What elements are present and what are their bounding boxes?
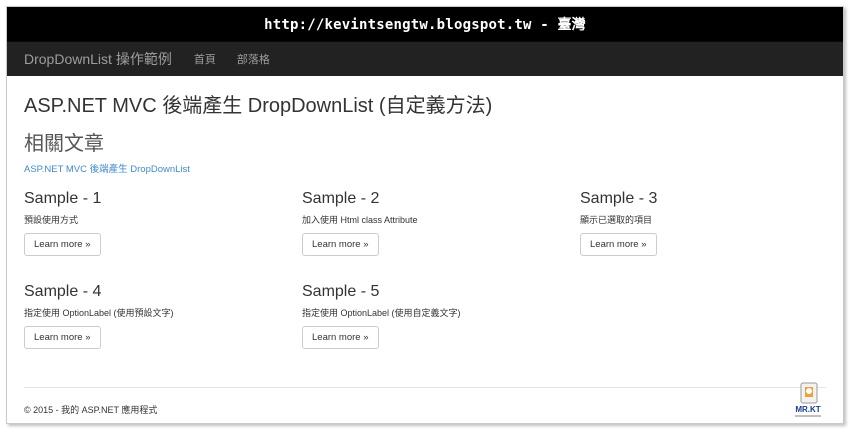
sample-card-5: Sample - 5 指定使用 OptionLabel (使用自定義文字) Le…	[302, 282, 552, 349]
url-banner: http://kevintsengtw.blogspot.tw - 臺灣	[7, 7, 843, 41]
sample-title: Sample - 2	[302, 190, 380, 207]
sample-description: 指定使用 OptionLabel (使用自定義文字)	[302, 308, 461, 318]
sample-description: 加入使用 Html class Attribute	[302, 215, 418, 225]
related-articles-heading: 相關文章	[24, 133, 104, 155]
footer-copyright: © 2015 - 我的 ASP.NET 應用程式	[24, 405, 158, 415]
learn-more-button-2[interactable]: Learn more »	[302, 233, 379, 256]
sample-description: 預設使用方式	[24, 215, 79, 225]
svg-text:MR.KT: MR.KT	[795, 405, 820, 414]
footer-divider	[24, 387, 826, 388]
learn-more-button-1[interactable]: Learn more »	[24, 233, 101, 256]
sample-title: Sample - 3	[580, 190, 658, 207]
samples-grid: Sample - 1 預設使用方式 Learn more » Sample - …	[24, 189, 826, 369]
main-content: ASP.NET MVC 後端產生 DropDownList (自定義方法) 相關…	[7, 91, 843, 369]
sample-card-4: Sample - 4 指定使用 OptionLabel (使用預設文字) Lea…	[24, 282, 274, 349]
sample-title: Sample - 5	[302, 283, 380, 300]
nav-link-home[interactable]: 首頁	[194, 51, 216, 67]
browser-frame: http://kevintsengtw.blogspot.tw - 臺灣 Dro…	[6, 6, 844, 424]
sample-card-2: Sample - 2 加入使用 Html class Attribute Lea…	[302, 189, 552, 256]
sample-description: 顯示已選取的項目	[580, 215, 653, 225]
learn-more-button-4[interactable]: Learn more »	[24, 326, 101, 349]
navbar: DropDownList 操作範例 首頁 部落格	[7, 41, 843, 76]
sample-title: Sample - 1	[24, 190, 102, 207]
navbar-brand[interactable]: DropDownList 操作範例	[24, 49, 172, 69]
learn-more-button-5[interactable]: Learn more »	[302, 326, 379, 349]
sample-card-3: Sample - 3 顯示已選取的項目 Learn more »	[580, 189, 830, 256]
nav-link-blog[interactable]: 部落格	[237, 51, 270, 67]
url-banner-text: http://kevintsengtw.blogspot.tw - 臺灣	[264, 17, 586, 33]
sample-card-1: Sample - 1 預設使用方式 Learn more »	[24, 189, 274, 256]
page-title: ASP.NET MVC 後端產生 DropDownList (自定義方法)	[24, 95, 493, 117]
sample-description: 指定使用 OptionLabel (使用預設文字)	[24, 308, 174, 318]
learn-more-button-3[interactable]: Learn more »	[580, 233, 657, 256]
mr-kt-logo-icon: MR.KT	[795, 382, 821, 417]
sample-title: Sample - 4	[24, 283, 102, 300]
related-article-link[interactable]: ASP.NET MVC 後端產生 DropDownList	[24, 161, 826, 175]
